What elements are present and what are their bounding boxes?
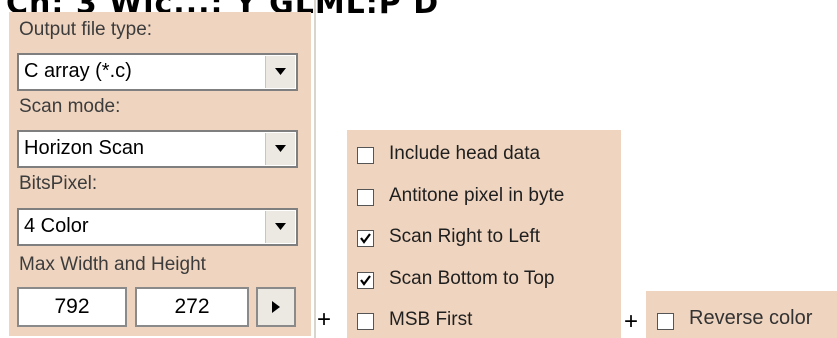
reverse-color-label: Reverse color xyxy=(689,307,813,329)
bits-pixel-value: 4 Color xyxy=(24,215,89,237)
max-height-input[interactable]: 272 xyxy=(135,287,249,327)
chevron-down-icon xyxy=(275,145,286,152)
output-file-type-label: Output file type: xyxy=(19,19,153,40)
scan-mode-dropdown-button[interactable] xyxy=(265,133,295,165)
include-head-data-checkbox[interactable] xyxy=(357,147,374,164)
scan-right-to-left-checkbox[interactable] xyxy=(357,230,374,247)
max-width-input[interactable]: 792 xyxy=(17,287,127,327)
output-file-type-value: C array (*.c) xyxy=(24,60,132,82)
bits-pixel-label: BitsPixel: xyxy=(19,173,98,194)
checkmark-icon xyxy=(360,233,371,244)
bits-pixel-dropdown-button[interactable] xyxy=(265,211,295,243)
panel-divider-highlight xyxy=(316,0,317,338)
output-file-type-dropdown-button[interactable] xyxy=(265,56,295,88)
scan-bottom-to-top-checkbox[interactable] xyxy=(357,272,374,289)
scan-bottom-to-top-label: Scan Bottom to Top xyxy=(389,268,555,289)
scan-mode-select[interactable]: Horizon Scan xyxy=(17,130,298,168)
apply-size-button[interactable] xyxy=(256,287,296,327)
chevron-down-icon xyxy=(275,68,286,75)
include-head-data-label: Include head data xyxy=(389,143,541,164)
msb-first-label: MSB First xyxy=(389,309,473,330)
checkmark-icon xyxy=(360,275,371,286)
msb-first-checkbox[interactable] xyxy=(357,313,374,330)
reverse-color-checkbox[interactable] xyxy=(657,313,674,330)
plus-sign: + xyxy=(317,306,332,333)
antitone-pixel-label: Antitone pixel in byte xyxy=(389,185,565,206)
output-file-type-select[interactable]: C array (*.c) xyxy=(17,53,298,91)
plus-sign: + xyxy=(624,308,639,335)
play-arrow-icon xyxy=(272,301,280,313)
scan-mode-label: Scan mode: xyxy=(19,96,121,117)
antitone-pixel-checkbox[interactable] xyxy=(357,189,374,206)
scan-right-to-left-label: Scan Right to Left xyxy=(389,226,541,247)
max-size-label: Max Width and Height xyxy=(19,254,206,275)
scan-mode-value: Horizon Scan xyxy=(24,137,145,159)
bits-pixel-select[interactable]: 4 Color xyxy=(17,208,298,246)
chevron-down-icon xyxy=(275,223,286,230)
